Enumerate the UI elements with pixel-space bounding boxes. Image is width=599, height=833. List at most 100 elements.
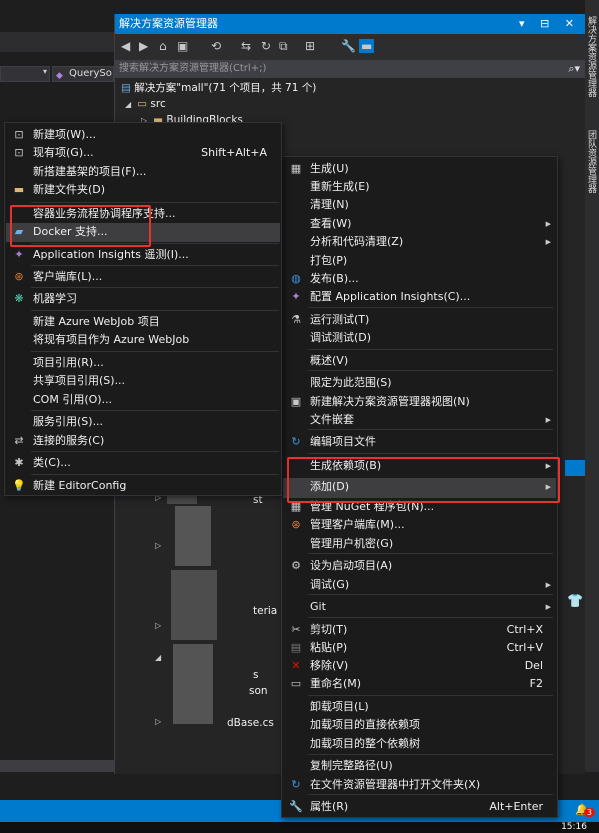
menu-item-r[interactable]: 🔧 属性(R) Alt+Enter bbox=[282, 798, 557, 816]
refresh-icon[interactable]: ↻ bbox=[261, 39, 271, 53]
menu-item-w[interactable]: ⊡ 新建项(W)... bbox=[5, 126, 281, 144]
menu-item-application-insights-c[interactable]: ✦ 配置 Application Insights(C)... bbox=[282, 288, 557, 306]
menu-item-d[interactable]: 调试测试(D) bbox=[282, 329, 557, 347]
menu-item-azure-webjob[interactable]: 将现有项目作为 Azure WebJob bbox=[5, 331, 281, 349]
back-icon[interactable]: ◀ bbox=[121, 39, 130, 53]
menu-item-g[interactable]: 调试(G) ▶ bbox=[282, 576, 557, 594]
solution-explorer-title: 解决方案资源管理器 bbox=[119, 17, 218, 30]
submenu-arrow-icon: ▶ bbox=[545, 238, 551, 246]
menu-item-x[interactable]: ↻ 在文件资源管理器中打开文件夹(X) bbox=[282, 776, 557, 794]
menu-item-p[interactable]: ▤ 粘贴(P) Ctrl+V bbox=[282, 639, 557, 657]
collapsed-arrow-icon[interactable]: ▷ bbox=[155, 618, 161, 634]
menu-item-label: 配置 Application Insights(C)... bbox=[310, 290, 471, 303]
menu-item-label: 服务引用(S)... bbox=[33, 415, 104, 428]
menu-item-t[interactable]: ⚗ 运行测试(T) bbox=[282, 311, 557, 329]
search-icon: ⌕▾ bbox=[568, 62, 580, 75]
collapsed-arrow-icon[interactable]: ▷ bbox=[155, 714, 161, 730]
menu-item-item-8[interactable]: ❋ 机器学习 bbox=[5, 290, 281, 308]
menu-item-git[interactable]: Git ▶ bbox=[282, 598, 557, 616]
menu-item-label: 新建项(W)... bbox=[33, 128, 96, 141]
menu-item-e[interactable]: 重新生成(E) bbox=[282, 178, 557, 196]
menu-item-u[interactable]: 复制完整路径(U) bbox=[282, 757, 557, 775]
menu-item-g[interactable]: ⊡ 现有项(G)... Shift+Alt+A bbox=[5, 144, 281, 162]
menu-item-label: 重命名(M) bbox=[310, 677, 362, 690]
menu-item-v[interactable]: ✕ 移除(V) Del bbox=[282, 657, 557, 675]
submenu-arrow-icon: ▶ bbox=[545, 581, 551, 589]
tree-item-solution[interactable]: ▤ 解决方案"mall"(71 个项目，共 71 个) bbox=[121, 80, 316, 96]
menu-item-label: 属性(R) bbox=[310, 800, 349, 813]
new-view-icon: ▣ bbox=[290, 395, 302, 408]
menu-item-s[interactable]: 共享项目引用(S)... bbox=[5, 372, 281, 390]
menu-item-f[interactable]: 新搭建基架的项目(F)... bbox=[5, 163, 281, 181]
menu-item-n[interactable]: ▣ 新建解决方案资源管理器视图(N) bbox=[282, 393, 557, 411]
menu-item-application-insights-i[interactable]: ✦ Application Insights 遥测(I)... bbox=[5, 246, 281, 264]
menu-item-label: 在文件资源管理器中打开文件夹(X) bbox=[310, 778, 481, 791]
menu-item-z[interactable]: 分析和代码清理(Z) ▶ bbox=[282, 233, 557, 251]
sync-icon[interactable]: ⇆ bbox=[241, 39, 251, 53]
menu-item-m[interactable]: ⊛ 管理客户端库(M)... bbox=[282, 516, 557, 534]
project-dropdown[interactable]: ▾ bbox=[0, 66, 50, 82]
scissors-icon: ✂ bbox=[291, 623, 301, 636]
horizontal-scrollbar[interactable] bbox=[0, 760, 114, 772]
home-icon[interactable]: ⌂ bbox=[159, 39, 167, 53]
menu-item-b[interactable]: ◍ 发布(B)... bbox=[282, 270, 557, 288]
folder-icon: ▬ bbox=[13, 183, 25, 196]
notification-count: 3 bbox=[583, 808, 595, 817]
menu-item-t[interactable]: ✂ 剪切(T) Ctrl+X bbox=[282, 621, 557, 639]
menu-item-l[interactable]: ⊛ 客户端库(L)... bbox=[5, 268, 281, 286]
menu-item-p[interactable]: 打包(P) bbox=[282, 252, 557, 270]
menu-separator bbox=[31, 310, 279, 311]
menu-item-item-14[interactable]: ↻ 编辑项目文件 bbox=[282, 433, 557, 451]
annotation-red-box bbox=[287, 457, 560, 503]
menu-item-com-o[interactable]: COM 引用(O)... bbox=[5, 391, 281, 409]
expanded-arrow-icon[interactable]: ◢ bbox=[125, 100, 131, 109]
tab-solution-explorer[interactable]: 解决方案资源管理器 bbox=[586, 16, 598, 97]
menu-separator bbox=[308, 754, 553, 755]
member-dropdown[interactable]: ◆ QuerySo bbox=[52, 66, 114, 82]
gear-icon: ⚙ bbox=[291, 559, 301, 572]
menu-item-editorconfig[interactable]: 💡 新建 EditorConfig bbox=[5, 477, 281, 495]
menu-item-s[interactable]: 服务引用(S)... bbox=[5, 413, 281, 431]
menu-item-g[interactable]: 管理用户机密(G) bbox=[282, 535, 557, 553]
tree-item-src[interactable]: ◢ ▭ src bbox=[125, 96, 166, 112]
switch-views-icon[interactable]: ▣ bbox=[177, 39, 188, 53]
forward-icon[interactable]: ▶ bbox=[139, 39, 148, 53]
menu-item-item-28[interactable]: 加载项目的直接依赖项 bbox=[282, 716, 557, 734]
menu-item-u[interactable]: ▦ 生成(U) bbox=[282, 160, 557, 178]
paste-icon: ▤ bbox=[290, 641, 302, 654]
menu-item-w[interactable]: 查看(W) ▶ bbox=[282, 215, 557, 233]
collapse-all-icon[interactable]: ⧉ bbox=[279, 39, 288, 54]
submenu-arrow-icon: ▶ bbox=[545, 416, 551, 424]
menu-item-c[interactable]: ⇄ 连接的服务(C) bbox=[5, 432, 281, 450]
expanded-arrow-icon[interactable]: ◢ bbox=[155, 650, 161, 666]
flask-icon: ⚗ bbox=[291, 313, 301, 326]
menu-item-d[interactable]: ▬ 新建文件夹(D) bbox=[5, 181, 281, 199]
menu-item-label: 管理客户端库(M)... bbox=[310, 518, 405, 531]
menu-item-c[interactable]: ✱ 类(C)... bbox=[5, 454, 281, 472]
menu-item-m[interactable]: ▭ 重命名(M) F2 bbox=[282, 675, 557, 693]
solution-explorer-search[interactable]: 搜索解决方案资源管理器(Ctrl+;) ⌕▾ bbox=[115, 60, 586, 78]
menu-separator bbox=[31, 351, 279, 352]
menu-item-n[interactable]: 清理(N) bbox=[282, 196, 557, 214]
menu-item-v[interactable]: 概述(V) bbox=[282, 352, 557, 370]
show-all-files-icon[interactable]: ⊞ bbox=[305, 39, 315, 53]
pending-changes-icon[interactable]: ⟲ bbox=[211, 39, 221, 53]
menu-item-item-29[interactable]: 加载项目的整个依赖树 bbox=[282, 735, 557, 753]
blurred-content bbox=[175, 506, 211, 566]
menu-item-label: 重新生成(E) bbox=[310, 180, 370, 193]
menu-item-l[interactable]: 卸载项目(L) bbox=[282, 698, 557, 716]
menu-item-a[interactable]: ⚙ 设为启动项目(A) bbox=[282, 557, 557, 575]
menu-item-s[interactable]: 限定为此范围(S) bbox=[282, 374, 557, 392]
menu-item-azure-webjob[interactable]: 新建 Azure WebJob 项目 bbox=[5, 313, 281, 331]
menu-separator bbox=[31, 265, 279, 266]
member-dropdown-label: QuerySo bbox=[69, 68, 112, 79]
properties-wrench-icon[interactable]: 🔧 bbox=[341, 39, 356, 53]
menu-item-r[interactable]: 项目引用(R)... bbox=[5, 354, 281, 372]
menu-item-item-13[interactable]: 文件嵌套 ▶ bbox=[282, 411, 557, 429]
preview-icon[interactable]: ▬ bbox=[359, 39, 375, 53]
collapsed-arrow-icon[interactable]: ▷ bbox=[155, 538, 161, 554]
tab-team-explorer[interactable]: 团队资源管理器 bbox=[586, 130, 598, 193]
menu-item-label: 管理用户机密(G) bbox=[310, 537, 394, 550]
clock: 15:16 bbox=[561, 822, 587, 832]
window-controls[interactable]: ▾ ⊟ ✕ bbox=[519, 14, 580, 34]
